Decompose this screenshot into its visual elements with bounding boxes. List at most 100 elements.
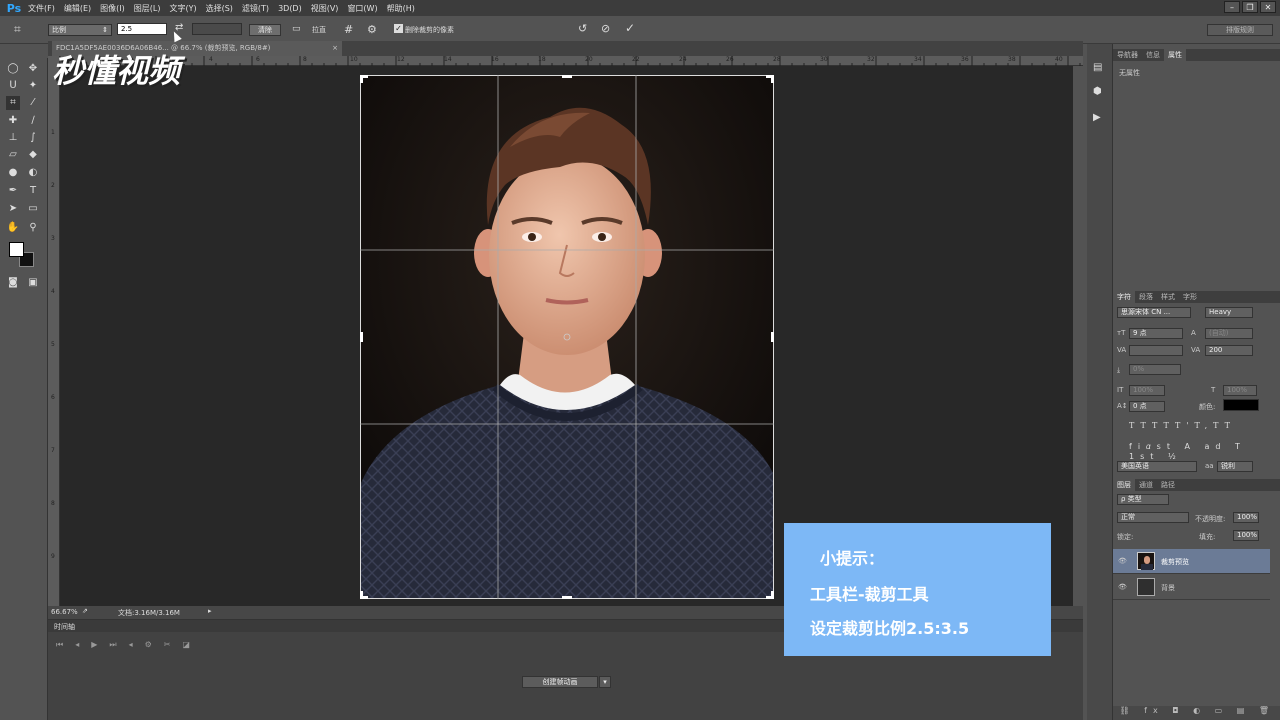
crop-tool-icon-active[interactable]: ⌗ <box>6 96 20 110</box>
healing-brush-tool-icon[interactable]: ✚ <box>6 114 20 128</box>
minimize-button[interactable]: – <box>1224 1 1240 13</box>
brush-tool-icon[interactable]: ∕ <box>26 114 40 128</box>
opacity-input[interactable]: 100% <box>1233 512 1259 523</box>
eyedropper-tool-icon[interactable]: ⁄ <box>26 96 40 110</box>
tab-layers[interactable]: 图层 <box>1113 479 1135 491</box>
crop-handle-bottom-left[interactable] <box>357 594 365 602</box>
3d-cube-icon[interactable]: ⬢ <box>1093 86 1102 97</box>
next-frame-icon[interactable]: ⏭ <box>109 640 116 650</box>
crop-handle-bottom-right[interactable] <box>769 594 777 602</box>
kerning-input[interactable] <box>1129 345 1183 356</box>
blend-mode-select[interactable]: 正常 <box>1117 512 1189 523</box>
cancel-icon[interactable]: ⊘ <box>601 22 610 35</box>
height-ratio-input[interactable] <box>192 23 242 35</box>
gear-icon[interactable]: ⚙ <box>367 23 377 36</box>
menu-layer[interactable]: 图层(L) <box>134 3 161 14</box>
dodge-tool-icon[interactable]: ◐ <box>26 166 40 180</box>
eraser-tool-icon[interactable]: ▱ <box>6 148 20 162</box>
play-icon[interactable]: ▶ <box>91 640 97 650</box>
quick-mask-icon[interactable]: ◙ <box>6 276 20 290</box>
tab-paths[interactable]: 路径 <box>1157 479 1179 491</box>
pen-tool-icon[interactable]: ✒ <box>6 184 20 198</box>
tab-glyphs[interactable]: 字形 <box>1179 291 1201 303</box>
layer-filter-select[interactable]: ρ 类型 <box>1117 494 1169 505</box>
blur-tool-icon[interactable]: ● <box>6 166 20 180</box>
paint-bucket-tool-icon[interactable]: ◆ <box>26 148 40 162</box>
tab-channels[interactable]: 通道 <box>1135 479 1157 491</box>
rectangle-tool-icon[interactable]: ▭ <box>26 202 40 216</box>
timeline-tab[interactable]: 时间轴 <box>54 622 75 632</box>
antialias-select[interactable]: 锐利 <box>1217 461 1253 472</box>
tab-styles[interactable]: 样式 <box>1157 291 1179 303</box>
layer-row-background[interactable]: 👁 背景 <box>1113 575 1270 600</box>
ratio-preset-select[interactable]: 比例 ⇕ <box>48 24 112 36</box>
marquee-tool-icon[interactable]: ◯ <box>6 62 20 76</box>
menu-help[interactable]: 帮助(H) <box>387 3 415 14</box>
layer-row-crop-preview[interactable]: 👁 裁剪预览 <box>1113 549 1270 574</box>
tab-info[interactable]: 信息 <box>1142 49 1164 61</box>
clone-stamp-tool-icon[interactable]: ⊥ <box>6 131 20 145</box>
type-style-buttons[interactable]: TTTTT'T,TT <box>1129 421 1236 430</box>
crop-preview-image[interactable] <box>360 75 774 599</box>
straighten-label[interactable]: 拉直 <box>312 25 326 35</box>
workspace-select[interactable]: 排版规则 <box>1207 24 1273 36</box>
menu-type[interactable]: 文字(Y) <box>169 3 196 14</box>
close-tab-icon[interactable]: × <box>332 41 338 56</box>
menu-3d[interactable]: 3D(D) <box>278 4 302 13</box>
restore-button[interactable]: ❐ <box>1242 1 1258 13</box>
lasso-tool-icon[interactable]: ᑌ <box>6 79 20 93</box>
fill-input[interactable]: 100% <box>1233 530 1259 541</box>
visibility-eye-icon[interactable]: 👁 <box>1118 557 1127 565</box>
menu-filter[interactable]: 滤镜(T) <box>242 3 269 14</box>
history-brush-tool-icon[interactable]: ∫ <box>26 131 40 145</box>
type-tool-icon[interactable]: T <box>26 184 40 198</box>
settings-icon[interactable]: ⚙ <box>145 640 152 650</box>
baseline-input[interactable]: 0 点 <box>1129 401 1165 412</box>
move-tool-icon[interactable]: ✥ <box>26 62 40 76</box>
crop-handle-top-left[interactable] <box>357 72 365 80</box>
path-selection-tool-icon[interactable]: ➤ <box>6 202 20 216</box>
menu-file[interactable]: 文件(F) <box>28 3 55 14</box>
menu-window[interactable]: 窗口(W) <box>347 3 377 14</box>
width-ratio-input[interactable]: 2.5 <box>117 23 167 35</box>
play-actions-icon[interactable]: ▶ <box>1093 112 1101 123</box>
transition-icon[interactable]: ◪ <box>182 640 190 650</box>
font-style-select[interactable]: Heavy <box>1205 307 1253 318</box>
delete-pixels-checkbox[interactable]: ✓ <box>394 24 403 33</box>
status-menu-arrow-icon[interactable]: ▸ <box>208 607 212 615</box>
tab-character[interactable]: 字符 <box>1113 291 1135 303</box>
crop-tool-icon[interactable]: ⌗ <box>14 22 21 37</box>
magic-wand-tool-icon[interactable]: ✦ <box>26 79 40 93</box>
scale-a-input[interactable]: 100% <box>1129 385 1165 396</box>
straighten-icon[interactable]: ▭ <box>292 24 301 34</box>
zoom-level[interactable]: 66.67% <box>51 608 78 616</box>
text-color-swatch[interactable] <box>1223 399 1259 411</box>
layers-footer-buttons[interactable]: ⛓ fx ◘ ◐ ▭ ▤ 🗑 <box>1113 706 1280 720</box>
prev-frame-icon[interactable]: ◂ <box>75 640 79 650</box>
tab-navigator[interactable]: 导航器 <box>1113 49 1142 61</box>
tab-properties[interactable]: 属性 <box>1164 49 1186 61</box>
audio-icon[interactable]: ◂ <box>129 640 133 650</box>
font-size-input[interactable]: 9 点 <box>1129 328 1183 339</box>
opentype-buttons[interactable]: fi𝛼st A ad T 1st ½ <box>1129 442 1280 461</box>
chevron-down-icon[interactable]: ▾ <box>599 676 611 688</box>
zoom-tool-icon[interactable]: ⚲ <box>26 221 40 235</box>
share-icon[interactable]: ⇗ <box>82 607 88 615</box>
foreground-color-swatch[interactable] <box>9 242 24 257</box>
menu-image[interactable]: 图像(I) <box>100 3 125 14</box>
history-icon[interactable]: ▤ <box>1093 62 1102 73</box>
clear-button[interactable]: 清除 <box>249 24 281 36</box>
font-family-select[interactable]: 思源宋体 CN ... <box>1117 307 1191 318</box>
leading-input[interactable]: (自动) <box>1205 328 1253 339</box>
commit-check-icon[interactable]: ✓ <box>625 21 635 35</box>
tracking-input[interactable]: 200 <box>1205 345 1253 356</box>
menu-edit[interactable]: 编辑(E) <box>64 3 91 14</box>
visibility-eye-icon[interactable]: 👁 <box>1118 583 1127 591</box>
close-button[interactable]: ✕ <box>1260 1 1276 13</box>
scale-b-input[interactable]: 100% <box>1223 385 1257 396</box>
menu-select[interactable]: 选择(S) <box>206 3 233 14</box>
grid-overlay-icon[interactable]: # <box>344 23 353 36</box>
vertical-scale-input[interactable]: 0% <box>1129 364 1181 375</box>
hand-tool-icon[interactable]: ✋ <box>6 221 20 235</box>
menu-view[interactable]: 视图(V) <box>311 3 339 14</box>
